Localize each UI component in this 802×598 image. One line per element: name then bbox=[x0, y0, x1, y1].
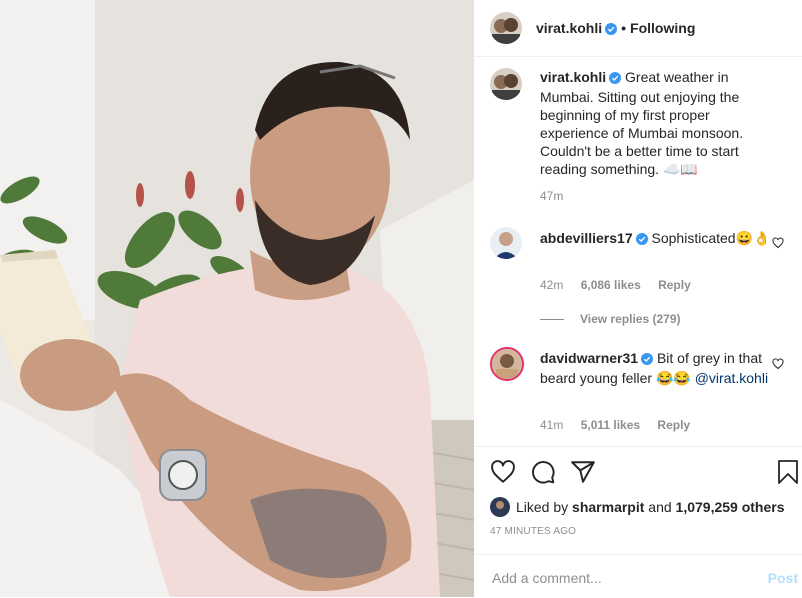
replies-divider bbox=[540, 318, 564, 320]
avatar-image bbox=[490, 68, 522, 100]
comment: davidwarner31 Bit of grey in that beard … bbox=[540, 349, 772, 387]
caption-time[interactable]: 47m bbox=[540, 189, 563, 203]
avatar-image bbox=[490, 227, 522, 259]
photo-illustration bbox=[0, 0, 474, 597]
comment: abdevilliers17 Sophisticated😀👌 bbox=[540, 229, 772, 249]
heart-icon[interactable] bbox=[490, 459, 516, 485]
likes-others[interactable]: 1,079,259 others bbox=[676, 499, 785, 515]
comment-username[interactable]: abdevilliers17 bbox=[540, 230, 633, 246]
post-timestamp[interactable]: 47 MINUTES AGO bbox=[490, 526, 576, 537]
comment-likes[interactable]: 5,011 likes bbox=[581, 418, 640, 432]
comment-likes[interactable]: 6,086 likes bbox=[581, 278, 641, 292]
view-replies-button[interactable]: View replies (279) bbox=[540, 312, 681, 326]
verified-icon bbox=[641, 351, 654, 369]
verified-icon bbox=[635, 231, 648, 249]
header-user-line: virat.kohli • Following bbox=[536, 20, 695, 38]
add-comment-bar: Post bbox=[474, 554, 802, 598]
caption: virat.kohli Great weather in Mumbai. Sit… bbox=[540, 68, 772, 178]
reply-button[interactable]: Reply bbox=[657, 418, 690, 432]
comment-time[interactable]: 41m bbox=[540, 418, 563, 432]
avatar-image bbox=[490, 12, 522, 44]
heart-icon[interactable] bbox=[772, 358, 784, 370]
avatar-image bbox=[492, 349, 522, 379]
comment-meta: 41m 5,011 likes Reply bbox=[540, 418, 704, 432]
caption-avatar[interactable] bbox=[490, 68, 522, 100]
caption-username[interactable]: virat.kohli bbox=[540, 69, 606, 85]
bookmark-icon[interactable] bbox=[776, 459, 800, 485]
avatar-image bbox=[490, 497, 510, 517]
likes-prefix: Liked by bbox=[516, 499, 569, 515]
comment-avatar[interactable] bbox=[490, 227, 522, 259]
caption-text: Great weather in Mumbai. Sitting out enj… bbox=[540, 69, 744, 177]
comment-time[interactable]: 42m bbox=[540, 278, 563, 292]
comment-input[interactable] bbox=[490, 565, 744, 591]
mention-link[interactable]: @virat.kohli bbox=[695, 370, 768, 386]
comment-text: Sophisticated😀👌 bbox=[651, 230, 771, 246]
likes-middle: and bbox=[648, 499, 672, 515]
view-replies-label: View replies (279) bbox=[580, 312, 681, 326]
post-photo[interactable] bbox=[0, 0, 474, 597]
header-separator: • bbox=[621, 20, 627, 36]
share-icon[interactable] bbox=[570, 459, 596, 485]
comments-list: virat.kohli Great weather in Mumbai. Sit… bbox=[474, 56, 802, 444]
author-username[interactable]: virat.kohli bbox=[536, 20, 602, 36]
comment-icon[interactable] bbox=[530, 459, 556, 485]
following-button[interactable]: Following bbox=[630, 20, 695, 36]
post-header: virat.kohli • Following bbox=[474, 0, 802, 57]
post-panel: virat.kohli • Following virat.kohli Great … bbox=[474, 0, 802, 597]
liker-username[interactable]: sharmarpit bbox=[572, 499, 644, 515]
reply-button[interactable]: Reply bbox=[658, 278, 691, 292]
comment-username[interactable]: davidwarner31 bbox=[540, 350, 638, 366]
author-avatar[interactable] bbox=[490, 12, 522, 44]
comment-meta: 42m 6,086 likes Reply bbox=[540, 278, 705, 292]
heart-icon[interactable] bbox=[772, 237, 784, 249]
comment-avatar[interactable] bbox=[490, 347, 524, 381]
likes-summary: Liked by sharmarpit and 1,079,259 others bbox=[490, 497, 785, 517]
post-button[interactable]: Post bbox=[768, 570, 798, 586]
verified-icon bbox=[605, 22, 618, 38]
liker-avatar[interactable] bbox=[490, 497, 510, 517]
caption-meta: 47m bbox=[540, 189, 577, 203]
action-bar bbox=[474, 446, 802, 499]
verified-icon bbox=[609, 70, 622, 88]
